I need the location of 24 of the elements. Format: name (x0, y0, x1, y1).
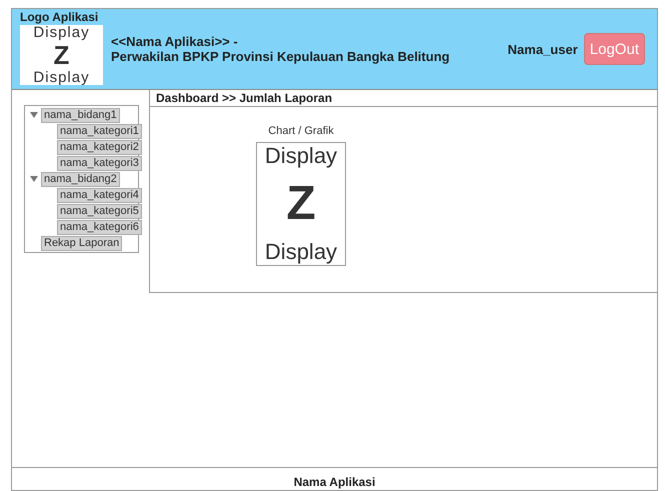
breadcrumb: Dashboard >> Jumlah Laporan (150, 90, 657, 107)
footer-text: Nama Aplikasi (294, 475, 376, 489)
placeholder-text: Z (286, 179, 316, 229)
placeholder-text: Display (264, 239, 338, 265)
user-name: Nama_user (508, 42, 578, 56)
tree-item[interactable]: nama_kategori3 (57, 156, 142, 170)
app-title: <<Nama Aplikasi>> - (111, 34, 239, 49)
logo-label: Logo Aplikasi (20, 11, 100, 23)
tree-item[interactable]: Rekap Laporan (41, 236, 122, 250)
placeholder-text: Z (54, 44, 70, 66)
chart-label: Chart / Grafik (268, 125, 334, 138)
tree-item[interactable]: nama_kategori1 (57, 124, 142, 138)
placeholder-text: Display (33, 25, 90, 40)
tree-item[interactable]: nama_kategori4 (57, 188, 142, 202)
tree-item[interactable]: nama_kategori6 (57, 220, 142, 234)
placeholder-text: Display (33, 70, 90, 85)
expand-arrow-icon[interactable] (27, 176, 41, 182)
tree-item[interactable]: nama_kategori5 (57, 204, 142, 218)
tree-item[interactable]: nama_bidang2 (41, 172, 120, 186)
tree-item[interactable]: nama_bidang1 (41, 108, 120, 122)
app-title: Perwakilan BPKP Provinsi Kepulauan Bangka Belitung (111, 49, 451, 64)
placeholder-text: Display (264, 143, 338, 169)
tree-item[interactable]: nama_kategori2 (57, 140, 142, 154)
expand-arrow-icon[interactable] (27, 112, 41, 118)
